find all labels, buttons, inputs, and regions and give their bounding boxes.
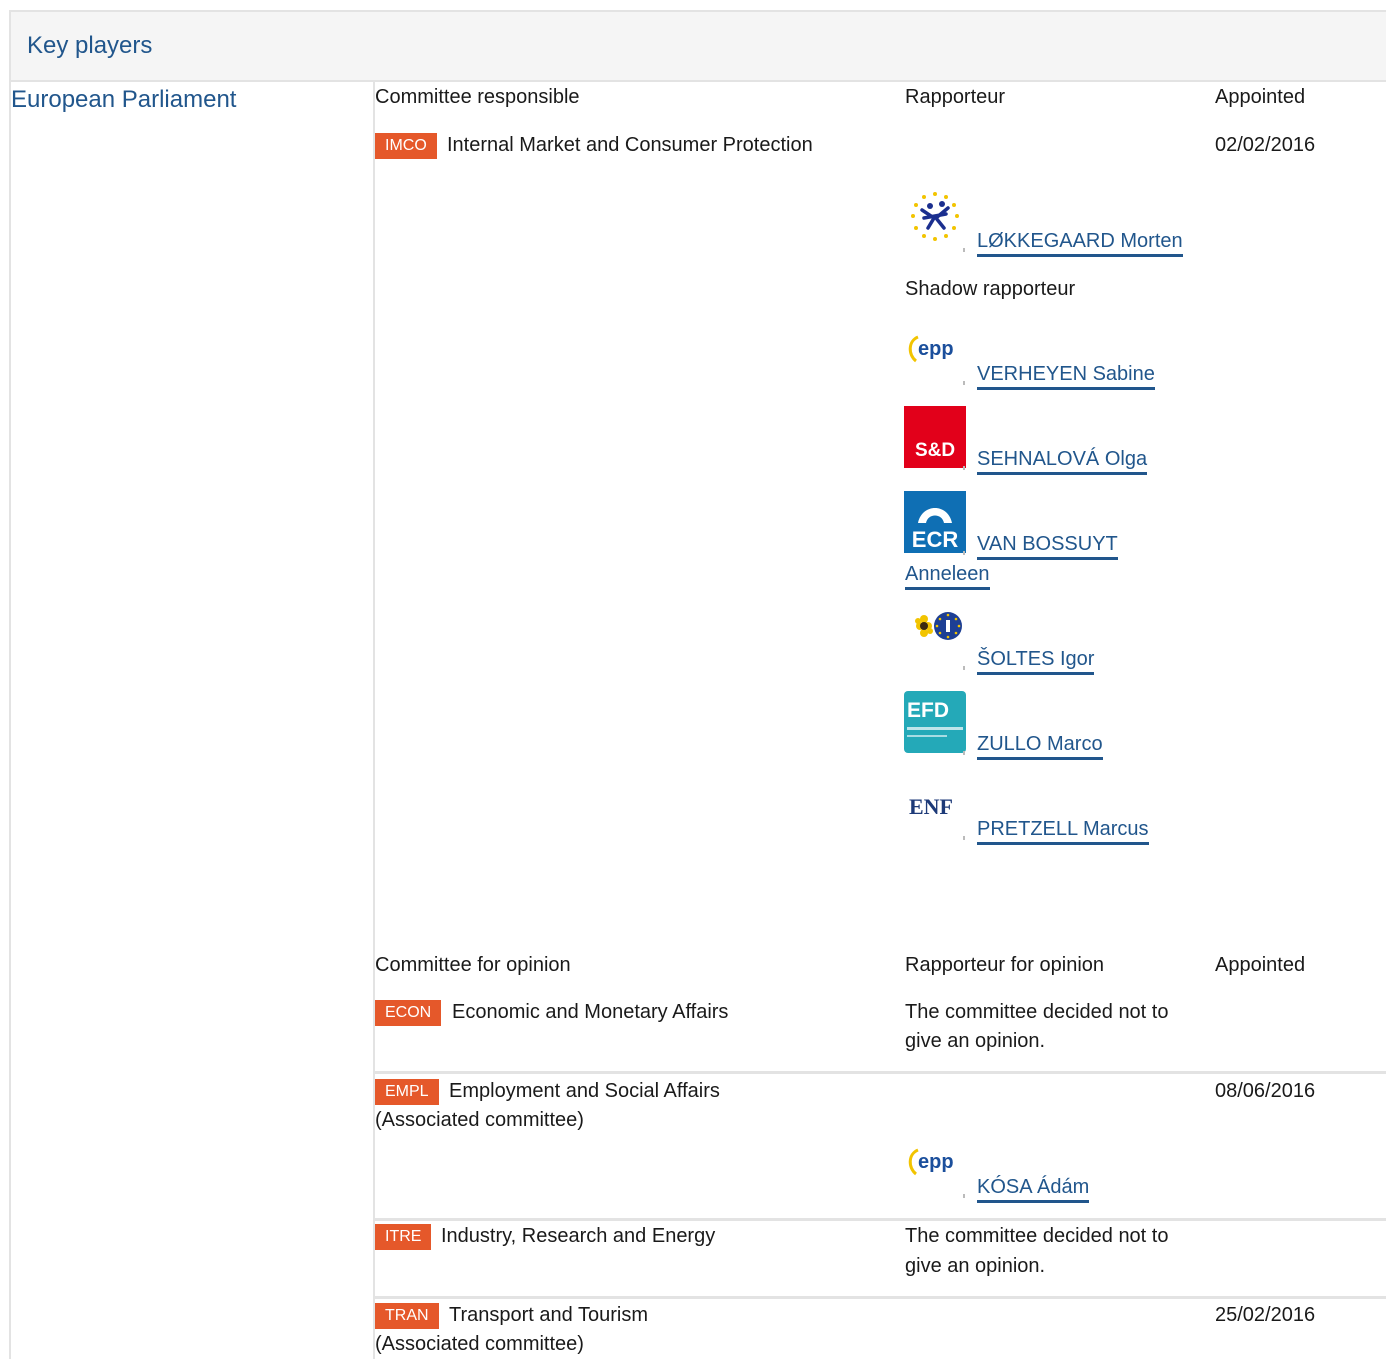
ecr-icon: ECR — [904, 491, 966, 553]
committee-badge-econ[interactable]: ECON — [375, 1000, 442, 1026]
shadow-link-sehnalova[interactable]: SEHNALOVÁ Olga — [977, 448, 1148, 475]
shadow-link-soltes[interactable]: ŠOLTES Igor — [977, 648, 1095, 675]
committee-badge-empl[interactable]: EMPL — [375, 1079, 439, 1105]
sd-logo-text: S&D — [915, 440, 955, 461]
epp-icon: epp — [904, 1134, 966, 1196]
col-committee-responsible: Committee responsible — [375, 86, 580, 108]
logo-tick — [963, 466, 965, 470]
col-rapporteur-opinion: Rapporteur for opinion — [905, 954, 1105, 976]
shadow-link-van-bossuyt-line1[interactable]: VAN BOSSUYT — [977, 533, 1118, 560]
shadow-link-verheyen[interactable]: VERHEYEN Sabine — [977, 363, 1155, 390]
opinion-note-itre-line2: give an opinion. — [905, 1255, 1046, 1277]
committee-badge-tran[interactable]: TRAN — [375, 1303, 439, 1329]
committee-name-imco: Internal Market and Consumer Protection — [447, 134, 813, 156]
committee-badge-itre[interactable]: ITRE — [375, 1224, 432, 1250]
enf-logo-text: ENF — [909, 794, 953, 819]
enf-icon: ENF — [904, 776, 966, 838]
efdd-icon: EFD — [904, 691, 966, 753]
row-divider — [375, 1071, 1386, 1074]
epp-icon: epp — [904, 321, 966, 383]
committee-name-econ: Economic and Monetary Affairs — [452, 1001, 729, 1023]
opinion-note-econ-line2: give an opinion. — [905, 1030, 1046, 1052]
col-rapporteur: Rapporteur — [905, 86, 1006, 108]
rapporteur-link-lokkegaard[interactable]: LØKKEGAARD Morten — [977, 230, 1183, 257]
committee-name-itre: Industry, Research and Energy — [441, 1225, 716, 1247]
associated-label-tran: (Associated committee) — [375, 1333, 584, 1355]
committee-name-empl: Employment and Social Affairs — [449, 1080, 720, 1102]
ecr-logo-text: ECR — [912, 527, 959, 552]
logo-tick — [963, 551, 965, 555]
appointed-date-tran: 25/02/2016 — [1215, 1304, 1316, 1326]
logo-tick — [963, 381, 965, 385]
section-title: Key players — [27, 32, 153, 59]
shadow-link-van-bossuyt-line2[interactable]: Anneleen — [905, 563, 990, 590]
epp-logo-text: epp — [918, 338, 954, 360]
appointed-date-imco: 02/02/2016 — [1215, 134, 1316, 156]
col-appointed-opinion: Appointed — [1215, 954, 1306, 976]
key-players-header: Key players — [11, 12, 1386, 82]
committee-name-tran: Transport and Tourism — [449, 1304, 648, 1326]
logo-tick — [963, 248, 965, 252]
shadow-link-pretzell[interactable]: PRETZELL Marcus — [977, 818, 1149, 845]
logo-tick — [963, 836, 965, 840]
committee-panel — [373, 82, 1386, 1359]
col-committee-opinion: Committee for opinion — [375, 954, 571, 976]
alde-icon — [904, 188, 966, 250]
institution-title[interactable]: European Parliament — [11, 86, 236, 114]
logo-tick — [963, 666, 965, 670]
rapporteur-link-kosa[interactable]: KÓSA Ádám — [977, 1176, 1090, 1203]
opinion-note-econ-line1: The committee decided not to — [905, 1001, 1169, 1023]
sd-icon: S&D — [904, 406, 966, 468]
row-divider — [375, 1218, 1386, 1221]
greens-efa-icon — [904, 606, 966, 668]
appointed-date-empl: 08/06/2016 — [1215, 1080, 1316, 1102]
shadow-link-zullo[interactable]: ZULLO Marco — [977, 733, 1103, 760]
logo-tick — [963, 751, 965, 755]
row-divider — [375, 1296, 1386, 1299]
associated-label-empl: (Associated committee) — [375, 1109, 584, 1131]
col-appointed: Appointed — [1215, 86, 1306, 108]
logo-tick — [963, 1194, 965, 1198]
epp-logo-text: epp — [918, 1151, 954, 1173]
efd-logo-text: EFD — [907, 699, 949, 722]
opinion-note-itre-line1: The committee decided not to — [905, 1225, 1169, 1247]
shadow-rapporteur-label: Shadow rapporteur — [905, 278, 1076, 300]
committee-badge-imco[interactable]: IMCO — [375, 133, 437, 159]
